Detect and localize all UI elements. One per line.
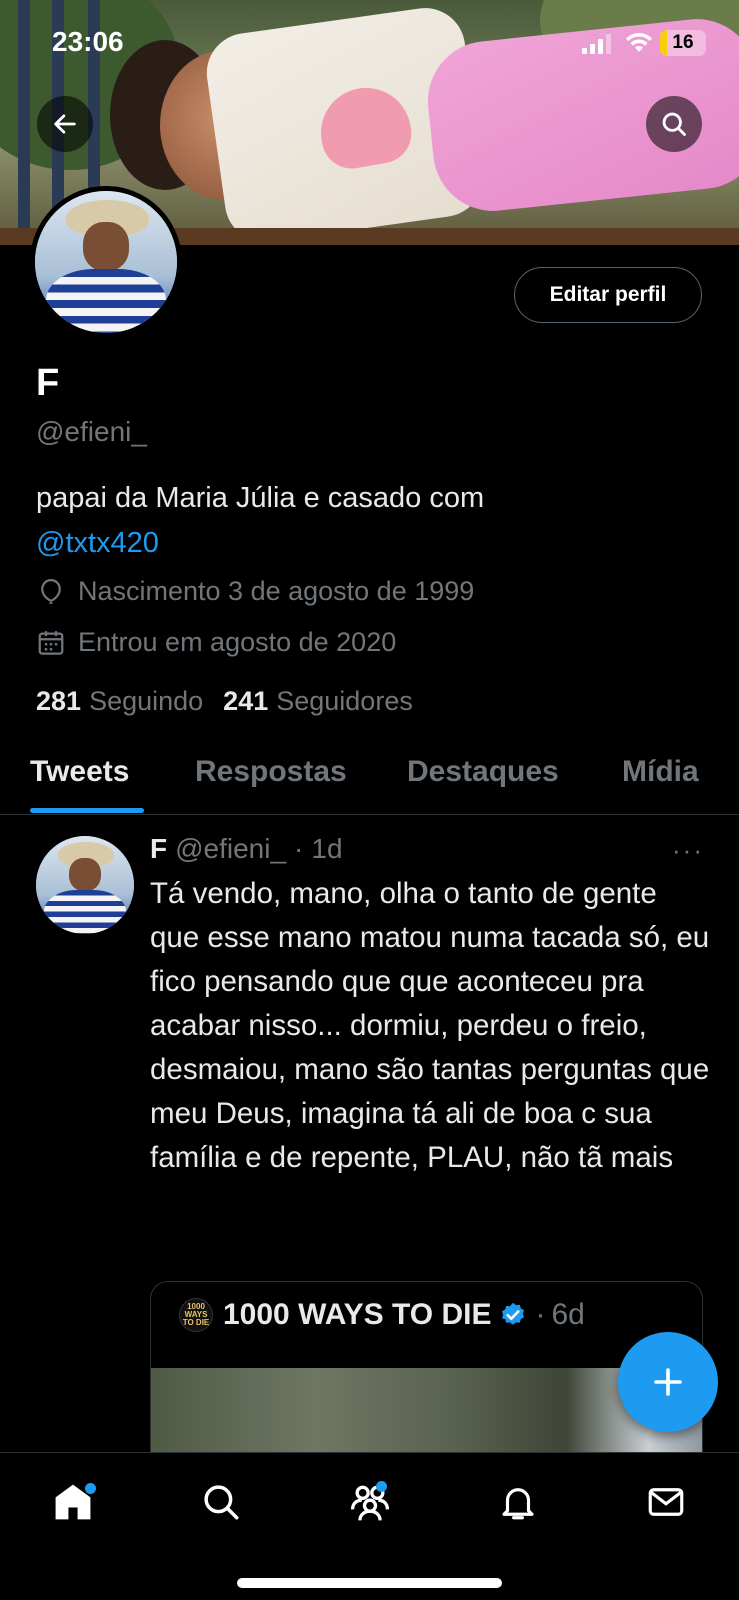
profile-name: F (36, 362, 60, 404)
arrow-left-icon (54, 114, 76, 134)
search-icon (662, 112, 686, 136)
tweet-header: F @efieni_ · 1d (150, 833, 343, 865)
following-link[interactable]: 281 Seguindo (36, 686, 203, 717)
followers-link[interactable]: 241 Seguidores (223, 686, 413, 717)
verified-badge-icon (502, 1302, 525, 1325)
tweet-author-name[interactable]: F (150, 833, 167, 865)
compose-tweet-button[interactable] (618, 1332, 718, 1432)
bio-text: papai da Maria Júlia e casado com (36, 482, 485, 514)
tab-respostas[interactable]: Respostas (195, 755, 347, 789)
nav-home[interactable] (43, 1477, 103, 1527)
battery-indicator: 16 (660, 30, 706, 56)
tab-tweets[interactable]: Tweets (30, 755, 129, 789)
followers-count: 241 (223, 686, 269, 716)
following-count: 281 (36, 686, 82, 716)
back-button[interactable] (37, 96, 93, 152)
more-options-button[interactable]: ··· (672, 835, 704, 866)
edit-profile-button[interactable]: Editar perfil (514, 267, 702, 323)
quoted-tweet-header: 1000 WAYS TO DIE 1000 WAYS TO DIE · 6d (179, 1298, 585, 1332)
home-notification-dot (85, 1483, 96, 1494)
quoted-tweet-time: 6d (551, 1298, 585, 1331)
search-button[interactable] (646, 96, 702, 152)
followers-label: Seguidores (276, 686, 413, 716)
wifi-icon (626, 32, 652, 52)
profile-handle: @efieni_ (36, 416, 147, 447)
status-time: 23:06 (52, 26, 124, 57)
plus-icon (654, 1368, 682, 1396)
tab-destaques[interactable]: Destaques (407, 755, 559, 789)
tweet-avatar[interactable] (36, 836, 134, 934)
quoted-tweet-separator: · (535, 1298, 546, 1331)
tweet-separator: · (294, 833, 304, 864)
bio-mention-link[interactable]: @txtx420 (36, 521, 696, 566)
nav-messages[interactable] (636, 1477, 696, 1527)
tweet-time: 1d (311, 833, 343, 864)
tab-midia[interactable]: Mídia (622, 755, 699, 789)
birth-date-text: Nascimento 3 de agosto de 1999 (78, 576, 475, 606)
following-label: Seguindo (89, 686, 204, 716)
quoted-account-avatar: 1000 WAYS TO DIE (179, 1298, 213, 1332)
active-tab-indicator (30, 808, 144, 813)
status-bar: 23:06 16 (0, 0, 739, 80)
bell-icon (502, 1488, 534, 1520)
nav-search[interactable] (191, 1477, 251, 1527)
communities-notification-dot (376, 1481, 387, 1492)
home-indicator (237, 1578, 502, 1588)
profile-tabs: Tweets Respostas Destaques Mídia (0, 745, 739, 815)
birth-date-row: Nascimento 3 de agosto de 1999 (36, 576, 474, 607)
nav-communities[interactable] (340, 1477, 400, 1527)
profile-bio: papai da Maria Júlia e casado com @txtx4… (36, 476, 696, 566)
mail-icon (648, 1488, 684, 1516)
nav-notifications[interactable] (488, 1477, 548, 1527)
join-date-row: Entrou em agosto de 2020 (36, 627, 396, 658)
cellular-signal-icon (582, 34, 611, 54)
follow-stats: 281 Seguindo 241 Seguidores (36, 686, 413, 717)
search-icon (204, 1485, 239, 1520)
tweet-author-handle[interactable]: @efieni_ (175, 833, 286, 865)
profile-avatar[interactable] (30, 186, 182, 338)
tweet-text: Tá vendo, mano, olha o tanto de gente qu… (150, 877, 710, 1174)
battery-level-text: 16 (672, 32, 694, 53)
quoted-account-name: 1000 WAYS TO DIE (223, 1298, 492, 1331)
calendar-icon (38, 630, 64, 655)
join-date-text: Entrou em agosto de 2020 (78, 627, 397, 657)
balloon-icon (41, 578, 61, 604)
